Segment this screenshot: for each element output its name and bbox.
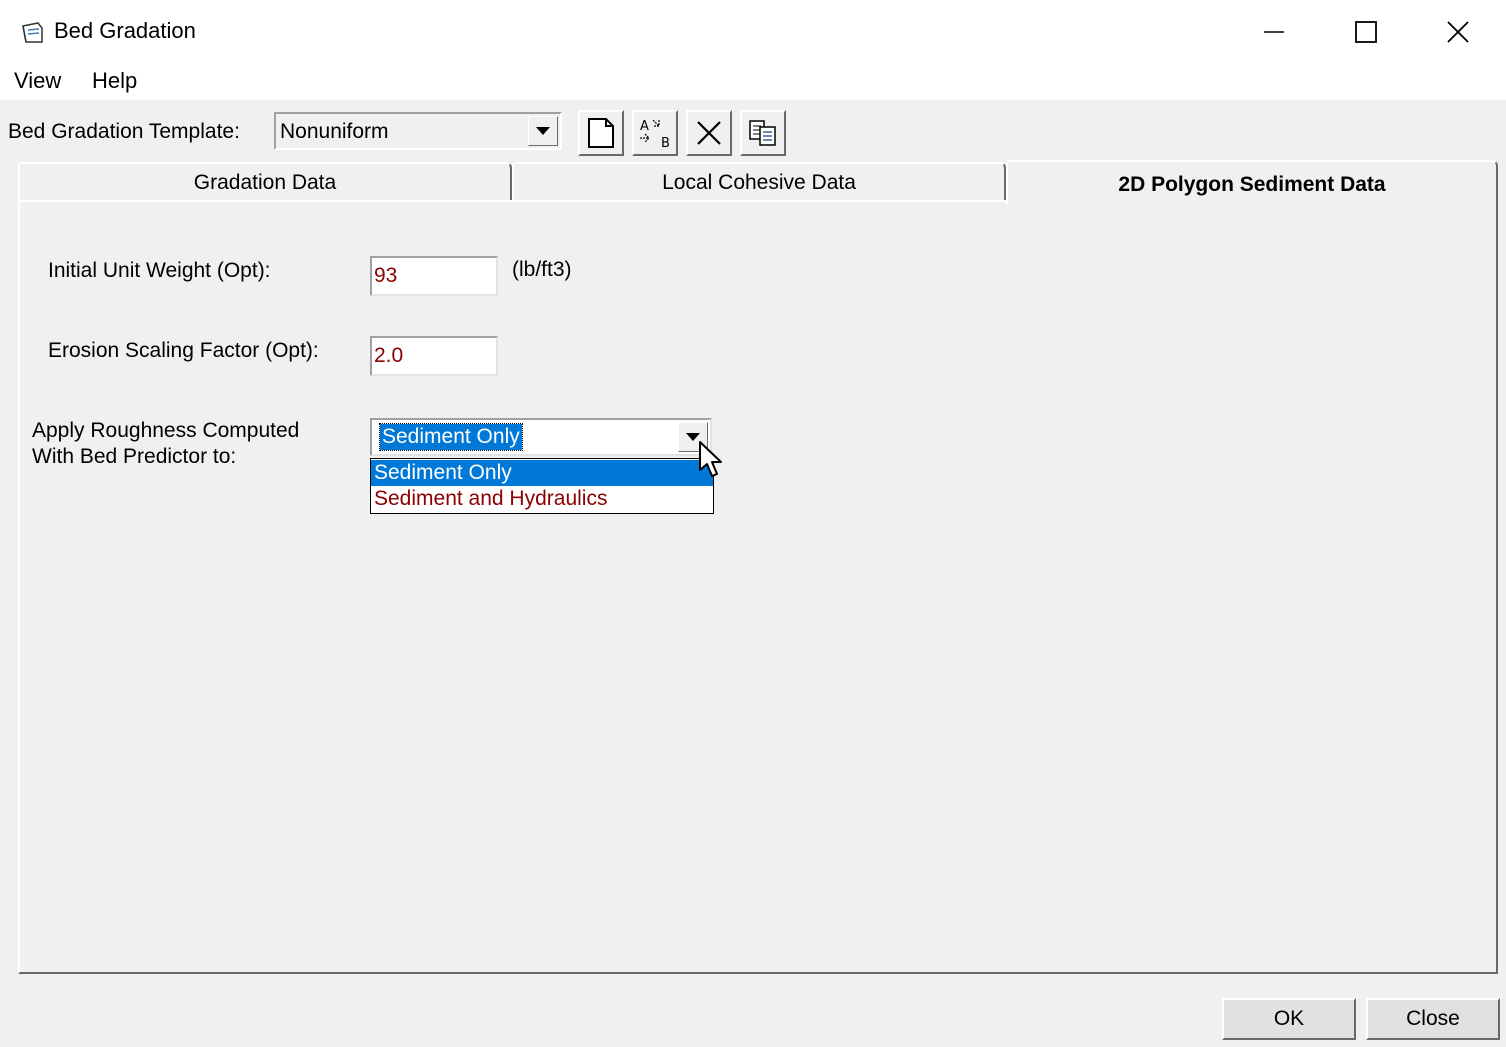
menu-help[interactable]: Help: [86, 68, 143, 94]
mouse-cursor-icon: [699, 441, 722, 477]
svg-text:B: B: [661, 136, 670, 150]
tab-gradation-data[interactable]: Gradation Data: [18, 162, 512, 202]
unit-weight-label: Initial Unit Weight (Opt):: [48, 259, 271, 282]
title-bar: Bed Gradation: [0, 0, 1506, 64]
tab-panel: [18, 200, 1498, 974]
delete-template-button[interactable]: [686, 110, 732, 156]
roughness-select[interactable]: Sediment Only: [370, 418, 712, 456]
roughness-selected-value: Sediment Only: [379, 423, 523, 451]
roughness-option-sediment-and-hydraulics[interactable]: Sediment and Hydraulics: [371, 486, 713, 512]
ok-button[interactable]: OK: [1222, 998, 1356, 1040]
template-value: Nonuniform: [280, 120, 389, 143]
tab-local-cohesive-data[interactable]: Local Cohesive Data: [512, 162, 1006, 202]
template-dropdown-button[interactable]: [528, 116, 558, 146]
svg-text:A: A: [640, 119, 649, 134]
template-select[interactable]: Nonuniform: [274, 112, 562, 150]
template-label: Bed Gradation Template:: [8, 120, 240, 143]
minimize-icon: [1264, 31, 1284, 33]
menu-bar: View Help: [0, 64, 1506, 100]
close-button[interactable]: Close: [1366, 998, 1500, 1040]
erosion-scaling-input[interactable]: 2.0: [370, 336, 498, 376]
maximize-icon: [1355, 21, 1377, 43]
minimize-button[interactable]: [1228, 0, 1320, 64]
menu-view[interactable]: View: [8, 68, 67, 94]
tab-2d-polygon-sediment-data[interactable]: 2D Polygon Sediment Data: [1006, 160, 1498, 204]
maximize-button[interactable]: [1320, 0, 1412, 64]
window-title: Bed Gradation: [54, 18, 196, 43]
close-icon: [1447, 21, 1469, 43]
erosion-scaling-label: Erosion Scaling Factor (Opt):: [48, 339, 319, 362]
roughness-label-line2: With Bed Predictor to:: [32, 445, 237, 468]
unit-weight-input[interactable]: 93: [370, 256, 498, 296]
new-document-icon: [588, 118, 614, 148]
roughness-dropdown-list: Sediment Only Sediment and Hydraulics: [370, 458, 714, 514]
chevron-down-icon: [536, 127, 550, 135]
delete-icon: [697, 121, 721, 145]
roughness-option-sediment-only[interactable]: Sediment Only: [371, 460, 713, 486]
app-icon: [22, 22, 43, 43]
new-template-button[interactable]: [578, 110, 624, 156]
copy-icon: [749, 120, 776, 146]
unit-weight-unit: (lb/ft3): [512, 258, 572, 281]
roughness-label-line1: Apply Roughness Computed: [32, 419, 300, 442]
copy-template-button[interactable]: [740, 110, 786, 156]
close-window-button[interactable]: [1412, 0, 1504, 64]
rename-icon: A B: [640, 119, 670, 150]
rename-template-button[interactable]: A B: [632, 110, 678, 156]
